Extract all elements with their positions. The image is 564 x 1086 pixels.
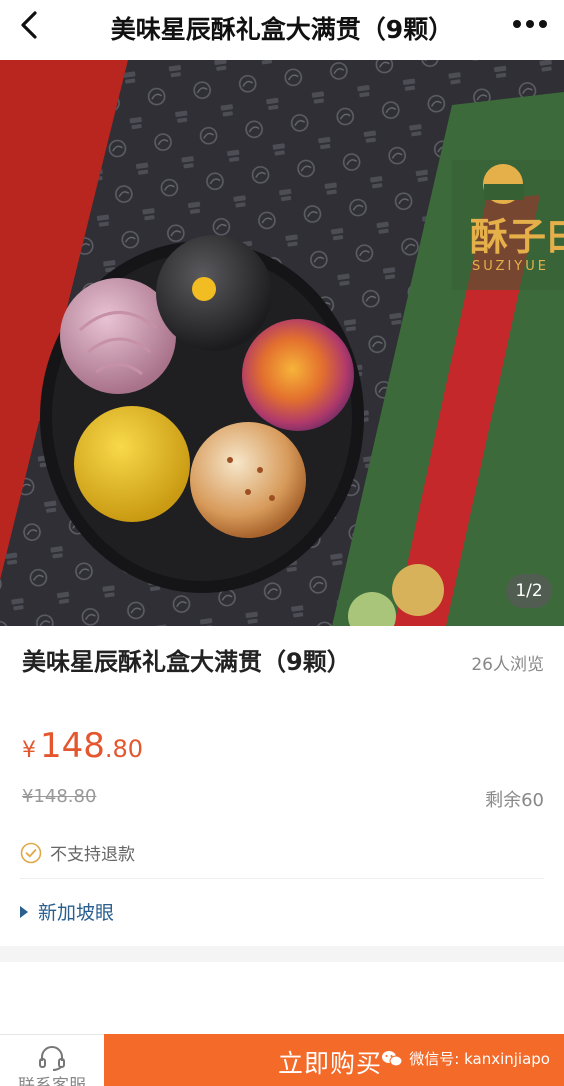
wechat-icon (382, 1050, 403, 1066)
check-circle-icon (20, 842, 42, 863)
price: ¥ 148 .80 (22, 726, 143, 766)
headset-icon (39, 1046, 65, 1071)
price-decimal: .80 (104, 735, 144, 763)
more-button[interactable] (510, 12, 550, 36)
view-count: 26人浏览 (471, 655, 544, 675)
currency-symbol: ¥ (22, 738, 36, 763)
wechat-watermark: 微信号: kanxinjiapo (381, 1048, 550, 1069)
triangle-right-icon (20, 905, 28, 918)
stock-remaining: 剩余60 (485, 790, 544, 811)
chevron-left-icon (21, 11, 37, 39)
svg-text:SUZIYUE: SUZIYUE (472, 259, 549, 274)
product-info-card: 美味星辰酥礼盒大满贯（9颗） 26人浏览 ¥ 148 .80 ¥148.80 剩… (0, 626, 564, 946)
customer-service-button[interactable]: 联系客服 (0, 1034, 104, 1086)
divider (20, 878, 544, 879)
bottom-action-bar: 联系客服 立即购买 微信号: kanxinjiapo (0, 1034, 564, 1086)
product-title: 美味星辰酥礼盒大满贯（9颗） (22, 648, 351, 676)
image-counter: 1/2 (506, 574, 552, 608)
buy-now-button[interactable]: 立即购买 微信号: kanxinjiapo (104, 1034, 564, 1086)
price-integer: 148 (40, 726, 105, 766)
svg-text:酥子曰: 酥子曰 (470, 215, 564, 259)
refund-text: 不支持退款 (50, 845, 135, 865)
page-title: 美味星辰酥礼盒大满贯（9颗） (110, 15, 454, 44)
product-image-carousel[interactable]: 酥子曰 SUZIYUE 1/2 (0, 60, 564, 626)
more-dots-icon (513, 20, 547, 28)
product-photo: 酥子曰 SUZIYUE (0, 60, 564, 626)
customer-service-label: 联系客服 (18, 1076, 86, 1086)
original-price: ¥148.80 (22, 786, 97, 807)
refund-policy: 不支持退款 (20, 840, 135, 865)
location-text: 新加坡眼 (38, 902, 115, 924)
top-navbar: 美味星辰酥礼盒大满贯（9颗） (0, 0, 564, 60)
location-link[interactable]: 新加坡眼 (20, 898, 114, 925)
details-panel (0, 962, 564, 1034)
back-button[interactable] (14, 10, 44, 40)
buy-now-label: 立即购买 (278, 1049, 383, 1078)
watermark-text: 微信号: kanxinjiapo (409, 1050, 550, 1068)
